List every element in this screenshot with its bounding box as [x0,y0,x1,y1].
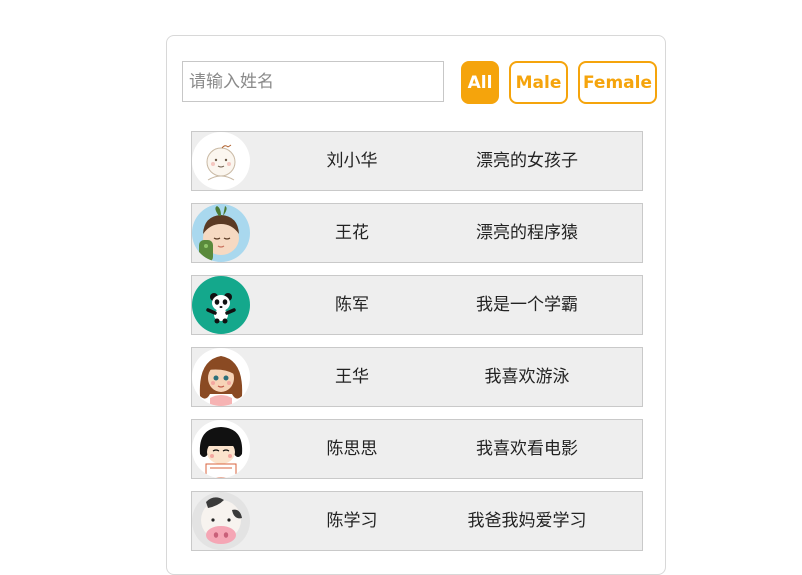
user-description: 我是一个学霸 [476,295,578,315]
brown-hair-girl-icon [192,348,250,406]
search-input[interactable] [182,61,444,102]
girl-sprout-hair-icon [192,204,250,262]
user-name: 陈思思 [326,439,378,459]
list-item[interactable]: 刘小华 漂亮的女孩子 [191,131,643,191]
user-description: 漂亮的女孩子 [476,151,578,171]
filter-all-button[interactable]: All [461,61,499,104]
user-name: 王华 [335,367,369,387]
doodle-girl-icon [192,132,250,190]
panda-icon [192,276,250,334]
bob-hair-girl-icon [192,420,250,478]
user-name: 陈学习 [326,511,378,531]
list-item[interactable]: 陈军 我是一个学霸 [191,275,643,335]
cow-icon [192,492,250,550]
list-item[interactable]: 王花 漂亮的程序猿 [191,203,643,263]
user-name: 陈军 [335,295,369,315]
user-description: 我喜欢看电影 [476,439,578,459]
user-description: 漂亮的程序猿 [476,223,578,243]
user-description: 我喜欢游泳 [484,367,570,387]
filter-female-button[interactable]: Female [578,61,657,104]
user-list-panel: All Male Female 刘小华 漂亮的女孩子 [166,35,666,575]
user-name: 王花 [335,223,369,243]
filter-male-button[interactable]: Male [509,61,568,104]
user-list: 刘小华 漂亮的女孩子 王花 漂亮的程序猿 陈军 我是一个学霸 王华 我喜欢游泳 … [191,131,643,563]
list-item[interactable]: 陈学习 我爸我妈爱学习 [191,491,643,551]
list-item[interactable]: 陈思思 我喜欢看电影 [191,419,643,479]
user-description: 我爸我妈爱学习 [467,511,587,531]
user-name: 刘小华 [326,151,378,171]
list-item[interactable]: 王华 我喜欢游泳 [191,347,643,407]
